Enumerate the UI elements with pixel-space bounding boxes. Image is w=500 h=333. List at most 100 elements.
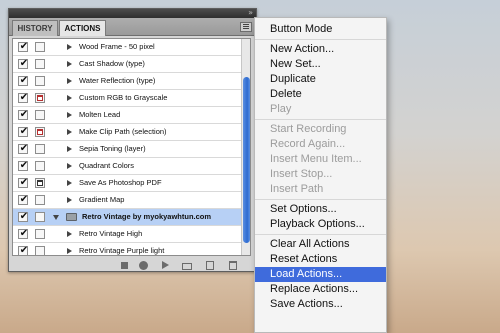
record-icon[interactable] — [139, 261, 148, 270]
toggle-dialog-checkbox[interactable] — [35, 178, 45, 188]
menu-item-reset-actions[interactable]: Reset Actions — [255, 252, 386, 267]
menu-item-delete[interactable]: Delete — [255, 87, 386, 102]
action-row[interactable]: ✔ Save As Photoshop PDF — [13, 175, 250, 192]
action-row[interactable]: ✔ Custom RGB to Grayscale — [13, 90, 250, 107]
menu-separator — [255, 119, 386, 120]
toggle-item-checkbox[interactable]: ✔ — [18, 75, 28, 86]
action-row[interactable]: ✔ Sepia Toning (layer) — [13, 141, 250, 158]
expand-right-icon[interactable] — [67, 61, 72, 67]
toggle-item-checkbox[interactable]: ✔ — [18, 194, 28, 205]
expand-right-icon[interactable] — [67, 248, 72, 254]
toggle-dialog-checkbox[interactable] — [35, 246, 45, 255]
menu-item-save-actions[interactable]: Save Actions... — [255, 297, 386, 312]
menu-item-new-action[interactable]: New Action... — [255, 42, 386, 57]
toggle-dialog-checkbox[interactable] — [35, 76, 45, 86]
action-row[interactable]: ✔ Retro Vintage High — [13, 226, 250, 243]
action-row[interactable]: ✔ Wood Frame - 50 pixel — [13, 39, 250, 56]
dialog-icon — [37, 129, 43, 135]
toggle-dialog-checkbox[interactable] — [35, 93, 45, 103]
toggle-dialog-checkbox[interactable] — [35, 59, 45, 69]
panel-tabs: HISTORY ACTIONS — [9, 18, 256, 36]
expand-right-icon[interactable] — [67, 180, 72, 186]
check-icon: ✔ — [19, 160, 29, 171]
toggle-item-checkbox[interactable]: ✔ — [18, 143, 28, 154]
toggle-item-checkbox[interactable]: ✔ — [18, 126, 28, 137]
expand-right-icon[interactable] — [67, 95, 72, 101]
stop-icon[interactable] — [121, 262, 128, 269]
menu-separator — [255, 234, 386, 235]
toggle-item-checkbox[interactable]: ✔ — [18, 177, 28, 188]
action-row[interactable]: ✔ Water Reflection (type) — [13, 73, 250, 90]
expand-right-icon[interactable] — [67, 78, 72, 84]
action-row[interactable]: ✔ Gradient Map — [13, 192, 250, 209]
actions-panel: » HISTORY ACTIONS ✔ Wood Frame - 50 pixel… — [8, 8, 257, 272]
toggle-dialog-checkbox[interactable] — [35, 42, 45, 52]
dialog-icon — [37, 180, 43, 186]
action-row[interactable]: ✔ Quadrant Colors — [13, 158, 250, 175]
menu-item-record-again: Record Again... — [270, 138, 346, 150]
scrollbar[interactable] — [241, 39, 250, 255]
menu-item-clear-all-actions[interactable]: Clear All Actions — [255, 237, 386, 252]
check-icon: ✔ — [19, 58, 29, 69]
action-set-row[interactable]: ✔ Retro Vintage by myokyawhtun.com — [13, 209, 250, 226]
expand-right-icon[interactable] — [67, 44, 72, 50]
menu-item-new-set[interactable]: New Set... — [255, 57, 386, 72]
expand-right-icon[interactable] — [67, 197, 72, 203]
expand-right-icon[interactable] — [67, 231, 72, 237]
toggle-item-checkbox[interactable]: ✔ — [18, 109, 28, 120]
check-icon: ✔ — [19, 228, 29, 239]
toggle-dialog-checkbox[interactable] — [35, 161, 45, 171]
action-label: Sepia Toning (layer) — [79, 144, 146, 153]
action-row[interactable]: ✔ Cast Shadow (type) — [13, 56, 250, 73]
toggle-dialog-checkbox[interactable] — [35, 212, 45, 222]
scroll-thumb[interactable] — [243, 77, 250, 243]
toggle-item-checkbox[interactable]: ✔ — [18, 211, 29, 222]
action-label: Make Clip Path (selection) — [79, 127, 167, 136]
expand-down-icon[interactable] — [53, 215, 59, 220]
toggle-item-checkbox[interactable]: ✔ — [18, 245, 28, 255]
actions-list: ✔ Wood Frame - 50 pixel ✔ Cast Shadow (type… — [12, 38, 251, 256]
toggle-dialog-checkbox[interactable] — [35, 195, 45, 205]
menu-item-duplicate[interactable]: Duplicate — [255, 72, 386, 87]
check-icon: ✔ — [19, 211, 29, 222]
new-set-icon[interactable] — [182, 263, 192, 270]
toggle-item-checkbox[interactable]: ✔ — [18, 160, 29, 171]
toggle-dialog-checkbox[interactable] — [35, 127, 45, 137]
toggle-item-checkbox[interactable]: ✔ — [18, 58, 29, 69]
check-icon: ✔ — [19, 41, 29, 52]
toggle-item-checkbox[interactable]: ✔ — [18, 92, 29, 103]
expand-right-icon[interactable] — [67, 112, 72, 118]
tab-history[interactable]: HISTORY — [12, 20, 58, 36]
action-row[interactable]: ✔ Make Clip Path (selection) — [13, 124, 250, 141]
panel-menu-icon[interactable] — [240, 22, 252, 32]
new-action-icon[interactable] — [206, 261, 214, 270]
dialog-icon — [37, 95, 43, 101]
expand-right-icon[interactable] — [67, 146, 72, 152]
trash-icon[interactable] — [229, 261, 237, 270]
menu-item-replace-actions[interactable]: Replace Actions... — [255, 282, 386, 297]
toggle-item-checkbox[interactable]: ✔ — [18, 41, 29, 52]
toggle-dialog-checkbox[interactable] — [35, 229, 45, 239]
toggle-dialog-checkbox[interactable] — [35, 144, 45, 154]
menu-item-start-recording: Start Recording — [270, 123, 347, 135]
menu-item-load-actions[interactable]: Load Actions... — [255, 267, 386, 282]
action-label: Molten Lead — [79, 110, 121, 119]
toggle-dialog-checkbox[interactable] — [35, 110, 45, 120]
toggle-item-checkbox[interactable]: ✔ — [18, 228, 29, 239]
check-icon: ✔ — [19, 92, 29, 103]
action-label: Water Reflection (type) — [79, 76, 156, 85]
menu-item-button-mode[interactable]: Button Mode — [255, 22, 386, 37]
expand-right-icon[interactable] — [67, 163, 72, 169]
action-label: Retro Vintage High — [79, 229, 143, 238]
expand-right-icon[interactable] — [67, 129, 72, 135]
play-icon[interactable] — [162, 261, 169, 269]
tab-actions[interactable]: ACTIONS — [59, 20, 106, 36]
menu-item-set-options[interactable]: Set Options... — [255, 202, 386, 217]
menu-item-playback-options[interactable]: Playback Options... — [255, 217, 386, 232]
action-row[interactable]: ✔ Retro Vintage Purple light — [13, 243, 250, 255]
action-label: Cast Shadow (type) — [79, 59, 145, 68]
panel-titlebar[interactable]: » — [9, 8, 256, 18]
action-label: Retro Vintage Purple light — [79, 246, 165, 255]
menu-item-insert-menu-item: Insert Menu Item... — [270, 153, 362, 165]
action-row[interactable]: ✔ Molten Lead — [13, 107, 250, 124]
